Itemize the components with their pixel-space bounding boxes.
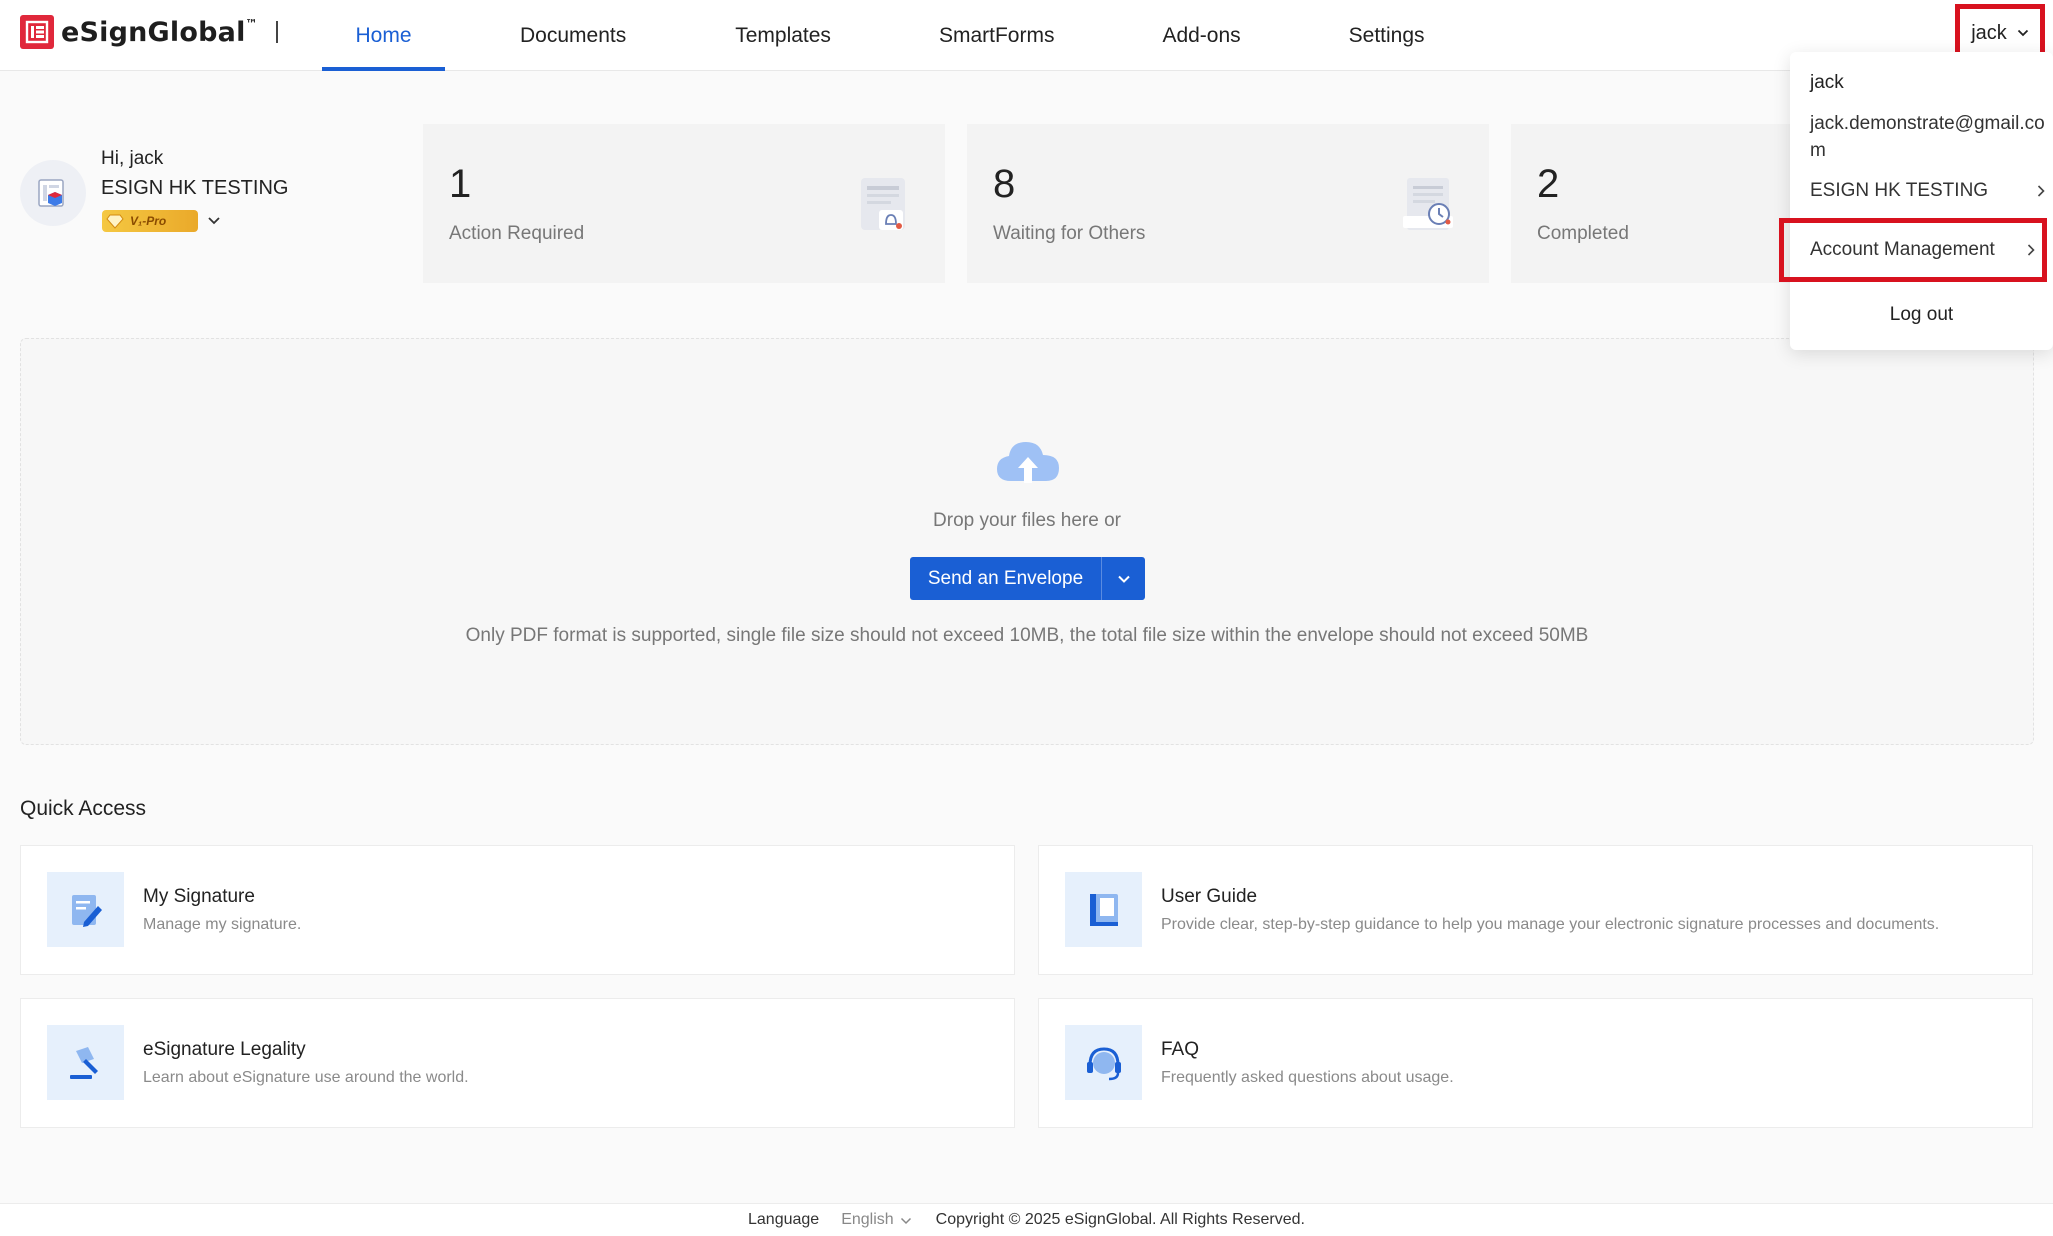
quick-access-desc: Manage my signature. — [143, 916, 302, 933]
quick-access-name: My Signature — [143, 886, 255, 907]
send-envelope-dropdown[interactable] — [1102, 557, 1145, 600]
chevron-right-icon — [2037, 185, 2045, 197]
document-bell-icon — [861, 178, 905, 230]
avatar — [20, 160, 86, 226]
nav-smartforms[interactable]: SmartForms — [939, 0, 1055, 71]
stat-label: Completed — [1537, 223, 1629, 244]
top-header: eSignGlobal™ Home Documents Templates Sm… — [0, 0, 2053, 71]
quick-access-my-signature[interactable]: My Signature Manage my signature. — [20, 845, 1015, 975]
language-label: Language — [748, 1211, 820, 1228]
logo-divider — [275, 21, 278, 43]
quick-access-name: User Guide — [1161, 886, 1258, 907]
document-clock-icon — [1403, 178, 1453, 230]
stat-value: 8 — [993, 162, 1016, 206]
quick-access-faq[interactable]: FAQ Frequently asked questions about usa… — [1038, 998, 2033, 1128]
menu-user-name: jack — [1810, 72, 1844, 93]
quick-access-esignature-legality[interactable]: eSignature Legality Learn about eSignatu… — [20, 998, 1015, 1128]
esignglobal-logo-icon — [20, 15, 54, 49]
quick-access-name: FAQ — [1161, 1039, 1200, 1060]
plan-chevron-down-icon[interactable] — [207, 215, 221, 227]
quick-access-user-guide[interactable]: User Guide Provide clear, step-by-step g… — [1038, 845, 2033, 975]
greeting: Hi, jack — [101, 148, 164, 169]
user-menu-label: jack — [1971, 21, 2007, 44]
chevron-down-icon — [1117, 575, 1130, 583]
chevron-right-icon — [2027, 244, 2035, 256]
user-dropdown-menu: jack jack.demonstrate@gmail.com ESIGN HK… — [1779, 52, 2053, 350]
stat-label: Waiting for Others — [993, 223, 1146, 244]
copyright-text: Copyright © 2025 eSignGlobal. All Rights… — [935, 1211, 1305, 1228]
quick-access-title: Quick Access — [20, 797, 147, 820]
nav-templates[interactable]: Templates — [735, 0, 831, 71]
stat-label: Action Required — [449, 223, 585, 244]
language-select[interactable]: English — [841, 1211, 911, 1229]
menu-logout-button[interactable]: Log out — [1790, 304, 2053, 326]
book-icon — [1065, 872, 1142, 947]
menu-account-management[interactable]: Account Management — [1779, 218, 2047, 282]
send-envelope-split-button: Send an Envelope — [910, 557, 1145, 600]
stat-value: 1 — [449, 162, 472, 206]
nav-home[interactable]: Home — [322, 0, 445, 71]
nav-add-ons[interactable]: Add-ons — [1162, 0, 1240, 71]
stat-card-action-required[interactable]: 1 Action Required — [423, 124, 945, 283]
file-drop-zone[interactable]: Drop your files here or Send an Envelope… — [20, 338, 2034, 745]
cloud-upload-icon — [997, 442, 1059, 483]
quick-access-desc: Frequently asked questions about usage. — [1161, 1069, 1454, 1086]
headset-icon — [1065, 1025, 1142, 1100]
quick-access-desc: Provide clear, step-by-step guidance to … — [1161, 916, 1940, 933]
profile-summary: Hi, jack ESIGN HK TESTING V₁-Pro — [20, 145, 420, 275]
plan-badge: V₁-Pro — [102, 210, 198, 232]
signature-pen-icon — [47, 872, 124, 947]
stat-card-waiting-for-others[interactable]: 8 Waiting for Others — [967, 124, 1489, 283]
diamond-icon — [106, 214, 124, 229]
main-nav: Home Documents Templates SmartForms Add-… — [322, 0, 1425, 71]
footer: Language English Copyright © 2025 eSignG… — [0, 1203, 2053, 1236]
nav-documents[interactable]: Documents — [520, 0, 626, 71]
stat-value: 2 — [1537, 162, 1560, 206]
send-envelope-button[interactable]: Send an Envelope — [910, 557, 1102, 600]
nav-settings[interactable]: Settings — [1349, 0, 1425, 71]
company-avatar-icon — [38, 179, 64, 207]
upload-requirements-note: Only PDF format is supported, single fil… — [465, 625, 1589, 646]
logo[interactable]: eSignGlobal™ — [20, 14, 278, 50]
gavel-icon — [47, 1025, 124, 1100]
chevron-down-icon — [2017, 29, 2028, 37]
menu-user-email: jack.demonstrate@gmail.com — [1810, 113, 2045, 161]
quick-access-name: eSignature Legality — [143, 1039, 306, 1060]
logo-text: eSignGlobal™ — [61, 16, 258, 48]
chevron-down-icon — [900, 1217, 911, 1224]
company-name: ESIGN HK TESTING — [101, 177, 289, 199]
drop-files-text: Drop your files here or — [933, 510, 1121, 531]
quick-access-desc: Learn about eSignature use around the wo… — [143, 1069, 469, 1086]
menu-organization-switch[interactable]: ESIGN HK TESTING — [1810, 176, 2046, 206]
